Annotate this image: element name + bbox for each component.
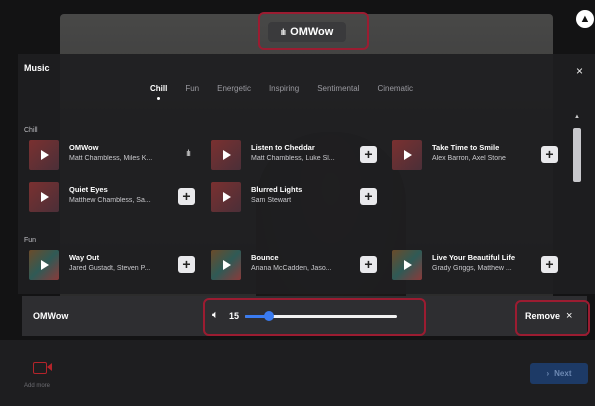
- panel-title: Music: [24, 63, 50, 73]
- editor-footer: [0, 340, 595, 406]
- track-artist: Alex Barron, Axel Stone: [432, 155, 506, 162]
- track-item[interactable]: Way Out Jared Gustadt, Steven P... +: [29, 250, 199, 280]
- scroll-thumb[interactable]: [573, 128, 581, 182]
- track-title: OMWow: [69, 143, 99, 152]
- track-title: Bounce: [251, 253, 279, 262]
- track-title: Take Time to Smile: [432, 143, 500, 152]
- video-camera-lens-icon: [47, 363, 52, 371]
- track-artist: Ariana McCadden, Jaso...: [251, 265, 332, 272]
- play-icon: [223, 260, 231, 270]
- track-artist: Grady Griggs, Matthew ...: [432, 265, 512, 272]
- track-item[interactable]: Listen to Cheddar Matt Chambless, Luke S…: [211, 140, 381, 170]
- tab-energetic[interactable]: Energetic: [217, 84, 251, 93]
- play-icon: [404, 150, 412, 160]
- music-category-tabs: Chill Fun Energetic Inspiring Sentimenta…: [150, 84, 431, 100]
- section-label-chill: Chill: [24, 127, 38, 134]
- add-track-button[interactable]: +: [360, 188, 377, 205]
- track-item[interactable]: Quiet Eyes Matthew Chambless, Sa... +: [29, 182, 199, 212]
- play-icon: [404, 260, 412, 270]
- track-thumbnail[interactable]: [29, 140, 59, 170]
- now-playing-icon: ılı: [186, 148, 191, 158]
- selected-music-title: OMWow: [33, 311, 69, 321]
- track-item[interactable]: OMWow Matt Chambless, Miles K... ılı: [29, 140, 199, 170]
- section-label-fun: Fun: [24, 237, 37, 244]
- track-thumbnail[interactable]: [392, 140, 422, 170]
- tab-chill[interactable]: Chill: [150, 84, 167, 100]
- highlight-box-volume: [203, 298, 426, 336]
- tab-inspiring[interactable]: Inspiring: [269, 84, 299, 93]
- track-title: Quiet Eyes: [69, 185, 108, 194]
- track-artist: Sam Stewart: [251, 197, 292, 204]
- play-icon: [41, 150, 49, 160]
- play-icon: [223, 192, 231, 202]
- play-icon: [223, 150, 231, 160]
- track-title: Blurred Lights: [251, 185, 303, 194]
- track-artist: Matt Chambless, Luke Sl...: [251, 155, 335, 162]
- next-label: Next: [554, 369, 572, 378]
- scroll-up-icon[interactable]: ▲: [574, 114, 580, 120]
- tab-cinematic[interactable]: Cinematic: [377, 84, 413, 93]
- add-track-button[interactable]: +: [360, 146, 377, 163]
- add-track-button[interactable]: +: [178, 188, 195, 205]
- track-thumbnail[interactable]: [211, 182, 241, 212]
- track-artist: Jared Gustadt, Steven P...: [69, 265, 151, 272]
- add-track-button[interactable]: +: [178, 256, 195, 273]
- next-chevron-icon: ›: [546, 369, 550, 378]
- cloud-upload-icon[interactable]: ▲: [576, 10, 594, 28]
- tab-fun[interactable]: Fun: [185, 84, 199, 93]
- track-item[interactable]: Bounce Ariana McCadden, Jaso... +: [211, 250, 381, 280]
- track-thumbnail[interactable]: [211, 140, 241, 170]
- add-track-button[interactable]: +: [541, 146, 558, 163]
- track-thumbnail[interactable]: [211, 250, 241, 280]
- track-thumbnail[interactable]: [29, 182, 59, 212]
- play-icon: [41, 192, 49, 202]
- close-icon[interactable]: ×: [576, 64, 583, 78]
- track-thumbnail[interactable]: [392, 250, 422, 280]
- highlight-box-music-pill: [258, 12, 369, 50]
- highlight-box-remove: [515, 300, 590, 336]
- track-title: Way Out: [69, 253, 100, 262]
- add-more-label[interactable]: Add more: [24, 383, 50, 389]
- track-item[interactable]: Live Your Beautiful Life Grady Griggs, M…: [392, 250, 562, 280]
- next-button[interactable]: › Next: [530, 363, 588, 384]
- track-item[interactable]: Blurred Lights Sam Stewart +: [211, 182, 381, 212]
- video-camera-icon[interactable]: [33, 362, 47, 374]
- track-item[interactable]: Take Time to Smile Alex Barron, Axel Sto…: [392, 140, 562, 170]
- track-title: Live Your Beautiful Life: [432, 253, 516, 262]
- track-artist: Matt Chambless, Miles K...: [69, 155, 153, 162]
- panel-scrollbar[interactable]: ▲: [571, 112, 583, 292]
- play-icon: [41, 260, 49, 270]
- add-track-button[interactable]: +: [541, 256, 558, 273]
- track-thumbnail[interactable]: [29, 250, 59, 280]
- add-track-button[interactable]: +: [360, 256, 377, 273]
- tab-sentimental[interactable]: Sentimental: [317, 84, 359, 93]
- track-artist: Matthew Chambless, Sa...: [69, 197, 151, 204]
- track-title: Listen to Cheddar: [251, 143, 315, 152]
